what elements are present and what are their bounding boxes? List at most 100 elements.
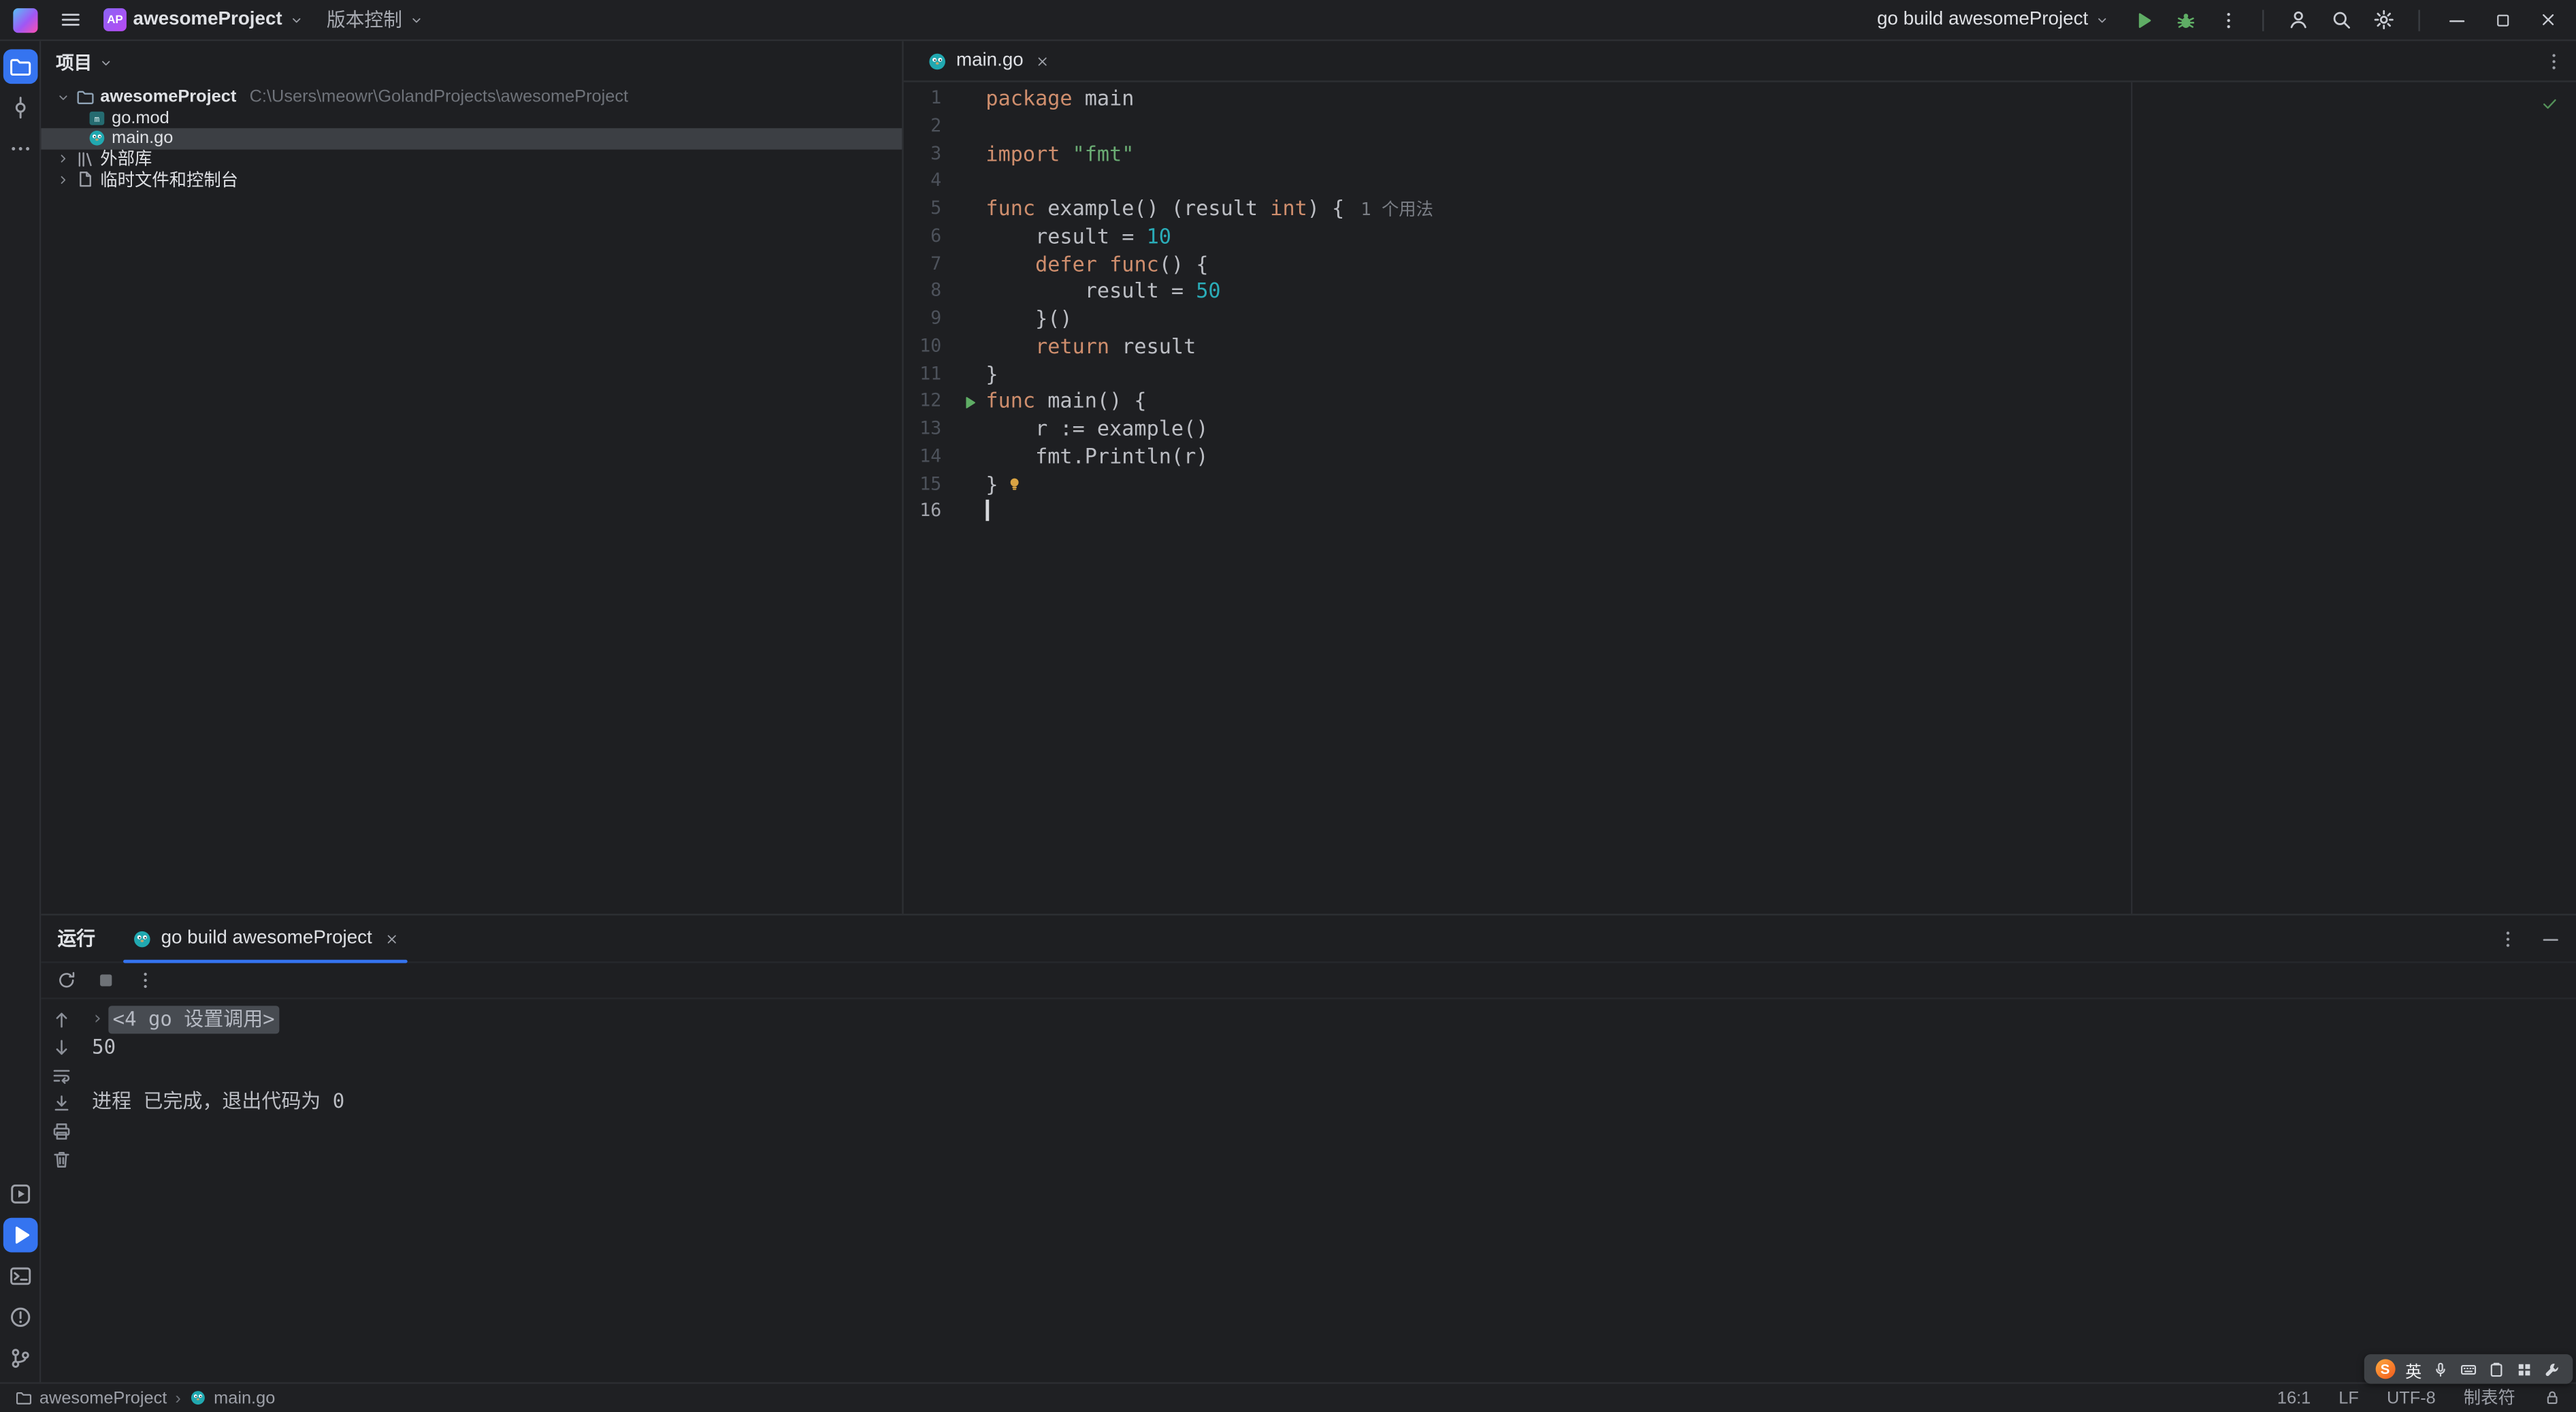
- problems-tool-button[interactable]: [3, 1300, 37, 1334]
- breadcrumb-item[interactable]: awesomeProject: [15, 1388, 167, 1408]
- tree-item[interactable]: m go.mod: [41, 108, 902, 128]
- editor-tab-main-go[interactable]: main.go: [915, 41, 1062, 80]
- soft-wrap-icon[interactable]: [48, 1061, 75, 1088]
- breadcrumb-item[interactable]: main.go: [189, 1388, 275, 1408]
- code-token: result =: [985, 278, 1196, 303]
- code-token: () {: [1158, 251, 1209, 276]
- search-everywhere-button[interactable]: [2321, 1, 2361, 37]
- wrench-icon[interactable]: [2543, 1360, 2562, 1379]
- inspection-status-icon[interactable]: [2540, 94, 2560, 114]
- line-number[interactable]: 7: [904, 251, 953, 278]
- minimize-button[interactable]: [2435, 1, 2478, 39]
- line-number[interactable]: 5: [904, 195, 953, 223]
- fold-toggle-icon[interactable]: ›: [92, 1006, 103, 1033]
- chevron-right-icon[interactable]: [54, 152, 71, 167]
- code-editor[interactable]: 1 package main 2 3 import "fmt" 4 5 func exampl…: [904, 82, 2576, 914]
- tree-item[interactable]: awesomeProject C:\Users\meowr\GolandProje…: [41, 87, 902, 108]
- sogou-logo-icon[interactable]: S: [2375, 1358, 2396, 1379]
- hide-tool-window-icon[interactable]: [2540, 928, 2561, 949]
- tree-item[interactable]: 临时文件和控制台: [41, 170, 902, 190]
- mic-icon[interactable]: [2432, 1360, 2450, 1379]
- line-number[interactable]: 4: [904, 168, 953, 195]
- terminal-tool-button[interactable]: [3, 1259, 37, 1294]
- settings-button[interactable]: [2364, 1, 2404, 37]
- maximize-button[interactable]: [2481, 1, 2524, 39]
- chevron-right-icon[interactable]: [54, 172, 71, 187]
- line-number[interactable]: 9: [904, 306, 953, 333]
- vcs-widget[interactable]: 版本控制: [316, 1, 433, 37]
- gutter-mark: [953, 140, 985, 167]
- close-window-button[interactable]: [2527, 1, 2570, 39]
- version-control-tool-button[interactable]: [3, 1341, 37, 1376]
- line-number[interactable]: 13: [904, 416, 953, 443]
- line-number[interactable]: 14: [904, 443, 953, 470]
- line-number[interactable]: 12: [904, 388, 953, 415]
- close-tab-icon[interactable]: [1035, 53, 1050, 68]
- tab-options-button[interactable]: [2543, 50, 2564, 71]
- debug-button[interactable]: [2166, 1, 2205, 37]
- line-number[interactable]: 15: [904, 471, 953, 498]
- project-panel-header[interactable]: 项目: [41, 41, 902, 84]
- up-icon[interactable]: [48, 1006, 75, 1032]
- ime-language-indicator[interactable]: 英: [2405, 1357, 2422, 1381]
- line-number[interactable]: 8: [904, 278, 953, 306]
- more-options-icon[interactable]: [135, 969, 156, 991]
- indent-style[interactable]: 制表符: [2464, 1385, 2515, 1410]
- line-number[interactable]: 16: [904, 498, 953, 526]
- folded-lines-chip[interactable]: <4 go 设置调用>: [108, 1006, 280, 1033]
- tree-item[interactable]: 外部库: [41, 148, 902, 170]
- search-icon: [2330, 8, 2353, 31]
- run-tool-button[interactable]: [2, 1217, 37, 1253]
- code-text: r := example(): [985, 416, 1208, 443]
- code-token: int: [1270, 195, 1307, 221]
- file-encoding[interactable]: UTF-8: [2387, 1388, 2436, 1408]
- more-options-icon[interactable]: [2497, 928, 2518, 949]
- line-number[interactable]: 6: [904, 223, 953, 251]
- close-tab-icon[interactable]: [384, 931, 399, 946]
- line-number[interactable]: 3: [904, 140, 953, 167]
- main-menu-button[interactable]: [51, 1, 91, 37]
- code-token: return: [1035, 333, 1110, 358]
- project-widget[interactable]: AP awesomeProject: [94, 1, 314, 37]
- code-text: }: [985, 361, 998, 388]
- code-line: 8 result = 50: [904, 278, 2576, 306]
- caret-position[interactable]: 16:1: [2277, 1388, 2311, 1408]
- commit-tool-button[interactable]: [3, 91, 37, 125]
- run-line-icon[interactable]: [953, 388, 985, 415]
- go-mod-icon: m: [87, 108, 107, 128]
- console-toolbar: [41, 999, 82, 1382]
- scroll-end-icon[interactable]: [48, 1089, 75, 1116]
- more-tool-button[interactable]: [3, 131, 37, 166]
- line-number[interactable]: 1: [904, 86, 953, 113]
- account-button[interactable]: [2279, 1, 2318, 37]
- run-config-widget[interactable]: go build awesomeProject: [1868, 1, 2120, 37]
- code-token: example() (result: [1035, 195, 1271, 221]
- minimize-icon: [2445, 9, 2466, 30]
- print-icon[interactable]: [48, 1118, 75, 1144]
- project-tool-button[interactable]: [2, 49, 37, 84]
- clipboard-icon[interactable]: [2488, 1360, 2506, 1379]
- grid-icon[interactable]: [2515, 1360, 2534, 1379]
- run-toolbar: [41, 963, 2576, 999]
- line-separator[interactable]: LF: [2338, 1388, 2359, 1408]
- readonly-lock[interactable]: [2543, 1389, 2562, 1407]
- keyboard-icon[interactable]: [2460, 1360, 2478, 1379]
- code-token: package: [985, 85, 1073, 110]
- hamburger-icon: [59, 8, 82, 31]
- console-output[interactable]: › <4 go 设置调用> 50 进程 已完成，退出代码为 0: [82, 999, 2576, 1382]
- rerun-button[interactable]: [56, 969, 77, 991]
- intention-bulb-icon[interactable]: [1005, 475, 1023, 494]
- more-actions-button[interactable]: [2208, 1, 2247, 37]
- line-number[interactable]: 11: [904, 361, 953, 388]
- run-tab[interactable]: go build awesomeProject: [118, 916, 412, 963]
- chevron-down-icon[interactable]: [54, 90, 71, 105]
- line-number[interactable]: 10: [904, 333, 953, 360]
- down-icon[interactable]: [48, 1033, 75, 1060]
- line-number[interactable]: 2: [904, 113, 953, 140]
- tree-item[interactable]: main.go: [41, 128, 902, 149]
- code-token: func: [985, 195, 1036, 221]
- services-tool-button[interactable]: [3, 1176, 37, 1211]
- stop-button[interactable]: [95, 969, 116, 991]
- run-button[interactable]: [2123, 1, 2162, 37]
- clear-icon[interactable]: [48, 1146, 75, 1172]
